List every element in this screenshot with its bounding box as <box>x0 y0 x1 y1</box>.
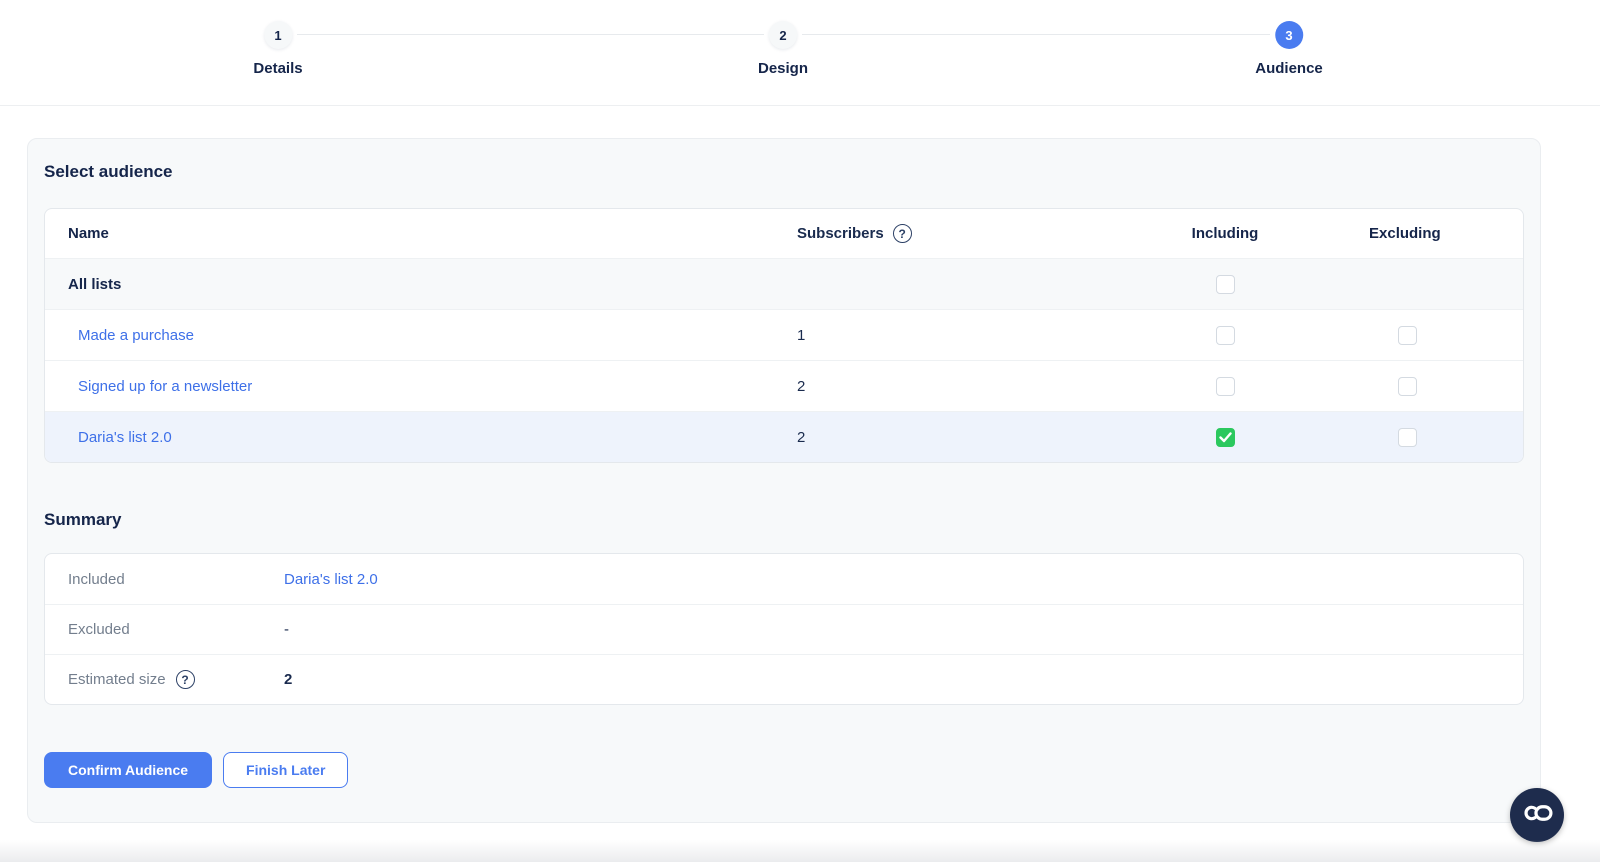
step-number-badge: 3 <box>1274 21 1303 49</box>
summary-label: Estimated size <box>68 671 166 688</box>
summary-row-estimated-size: Estimated size ? 2 <box>45 654 1523 704</box>
included-list-link[interactable]: Daria's list 2.0 <box>284 571 378 588</box>
column-header-including: Including <box>1191 225 1259 242</box>
audience-table: Name Subscribers ? Including Excluding A… <box>44 208 1524 463</box>
step-details[interactable]: 1 Details <box>253 21 303 77</box>
wizard-stepper: 1 Details 2 Design 3 Audience <box>0 0 1600 106</box>
column-header-excluding: Excluding <box>1369 225 1441 242</box>
including-checkbox[interactable] <box>1215 376 1235 396</box>
summary-row-excluded: Excluded - <box>45 604 1523 654</box>
step-number-badge: 2 <box>768 21 797 49</box>
stepper-connector <box>297 34 764 35</box>
list-link-signed-up-newsletter[interactable]: Signed up for a newsletter <box>78 378 252 395</box>
page-bottom-fade <box>0 840 1600 862</box>
subscriber-count: 2 <box>797 428 806 446</box>
confirm-audience-button[interactable]: Confirm Audience <box>44 752 213 788</box>
step-label: Audience <box>1255 60 1323 77</box>
column-header-subscribers: Subscribers ? <box>797 224 1135 243</box>
estimated-size-help-icon[interactable]: ? <box>175 670 195 689</box>
summary-table: Included Daria's list 2.0 Excluded - Est… <box>44 553 1524 705</box>
including-checkbox[interactable] <box>1215 325 1235 345</box>
list-link-made-a-purchase[interactable]: Made a purchase <box>78 327 194 344</box>
list-link-darias-list[interactable]: Daria's list 2.0 <box>78 429 172 446</box>
summary-title: Summary <box>44 510 122 529</box>
all-lists-including-checkbox[interactable] <box>1215 274 1235 294</box>
excluded-value: - <box>284 621 289 638</box>
summary-label: Included <box>68 570 125 588</box>
audience-step-card: Select audience Name Subscribers ? Inclu… <box>27 138 1541 823</box>
action-buttons: Confirm Audience Finish Later <box>44 752 1524 788</box>
step-audience[interactable]: 3 Audience <box>1255 21 1323 77</box>
table-row-all-lists: All lists <box>45 258 1523 309</box>
subscribers-help-icon[interactable]: ? <box>892 224 912 243</box>
column-header-name: Name <box>68 225 109 242</box>
chat-widget-button[interactable] <box>1510 788 1564 842</box>
table-row: Made a purchase 1 <box>45 309 1523 360</box>
step-design[interactable]: 2 Design <box>758 21 808 77</box>
estimated-size-value: 2 <box>284 671 293 688</box>
summary-label: Excluded <box>68 621 130 638</box>
step-label: Design <box>757 60 809 77</box>
finish-later-button[interactable]: Finish Later <box>223 752 349 788</box>
stepper-connector <box>802 34 1270 35</box>
all-lists-label: All lists <box>68 275 122 293</box>
audience-table-header: Name Subscribers ? Including Excluding <box>45 209 1523 258</box>
step-label: Details <box>253 60 303 77</box>
select-audience-title: Select audience <box>44 162 173 181</box>
including-checkbox[interactable] <box>1215 427 1235 447</box>
table-row: Signed up for a newsletter 2 <box>45 360 1523 411</box>
subscriber-count: 1 <box>797 326 806 344</box>
excluding-checkbox[interactable] <box>1398 325 1417 345</box>
summary-row-included: Included Daria's list 2.0 <box>45 554 1523 604</box>
brand-logo-icon <box>1521 803 1553 828</box>
subscriber-count: 2 <box>797 377 806 395</box>
excluding-checkbox[interactable] <box>1398 376 1417 396</box>
step-number-badge: 1 <box>263 21 292 49</box>
table-row: Daria's list 2.0 2 <box>45 411 1523 462</box>
excluding-checkbox[interactable] <box>1398 427 1417 447</box>
